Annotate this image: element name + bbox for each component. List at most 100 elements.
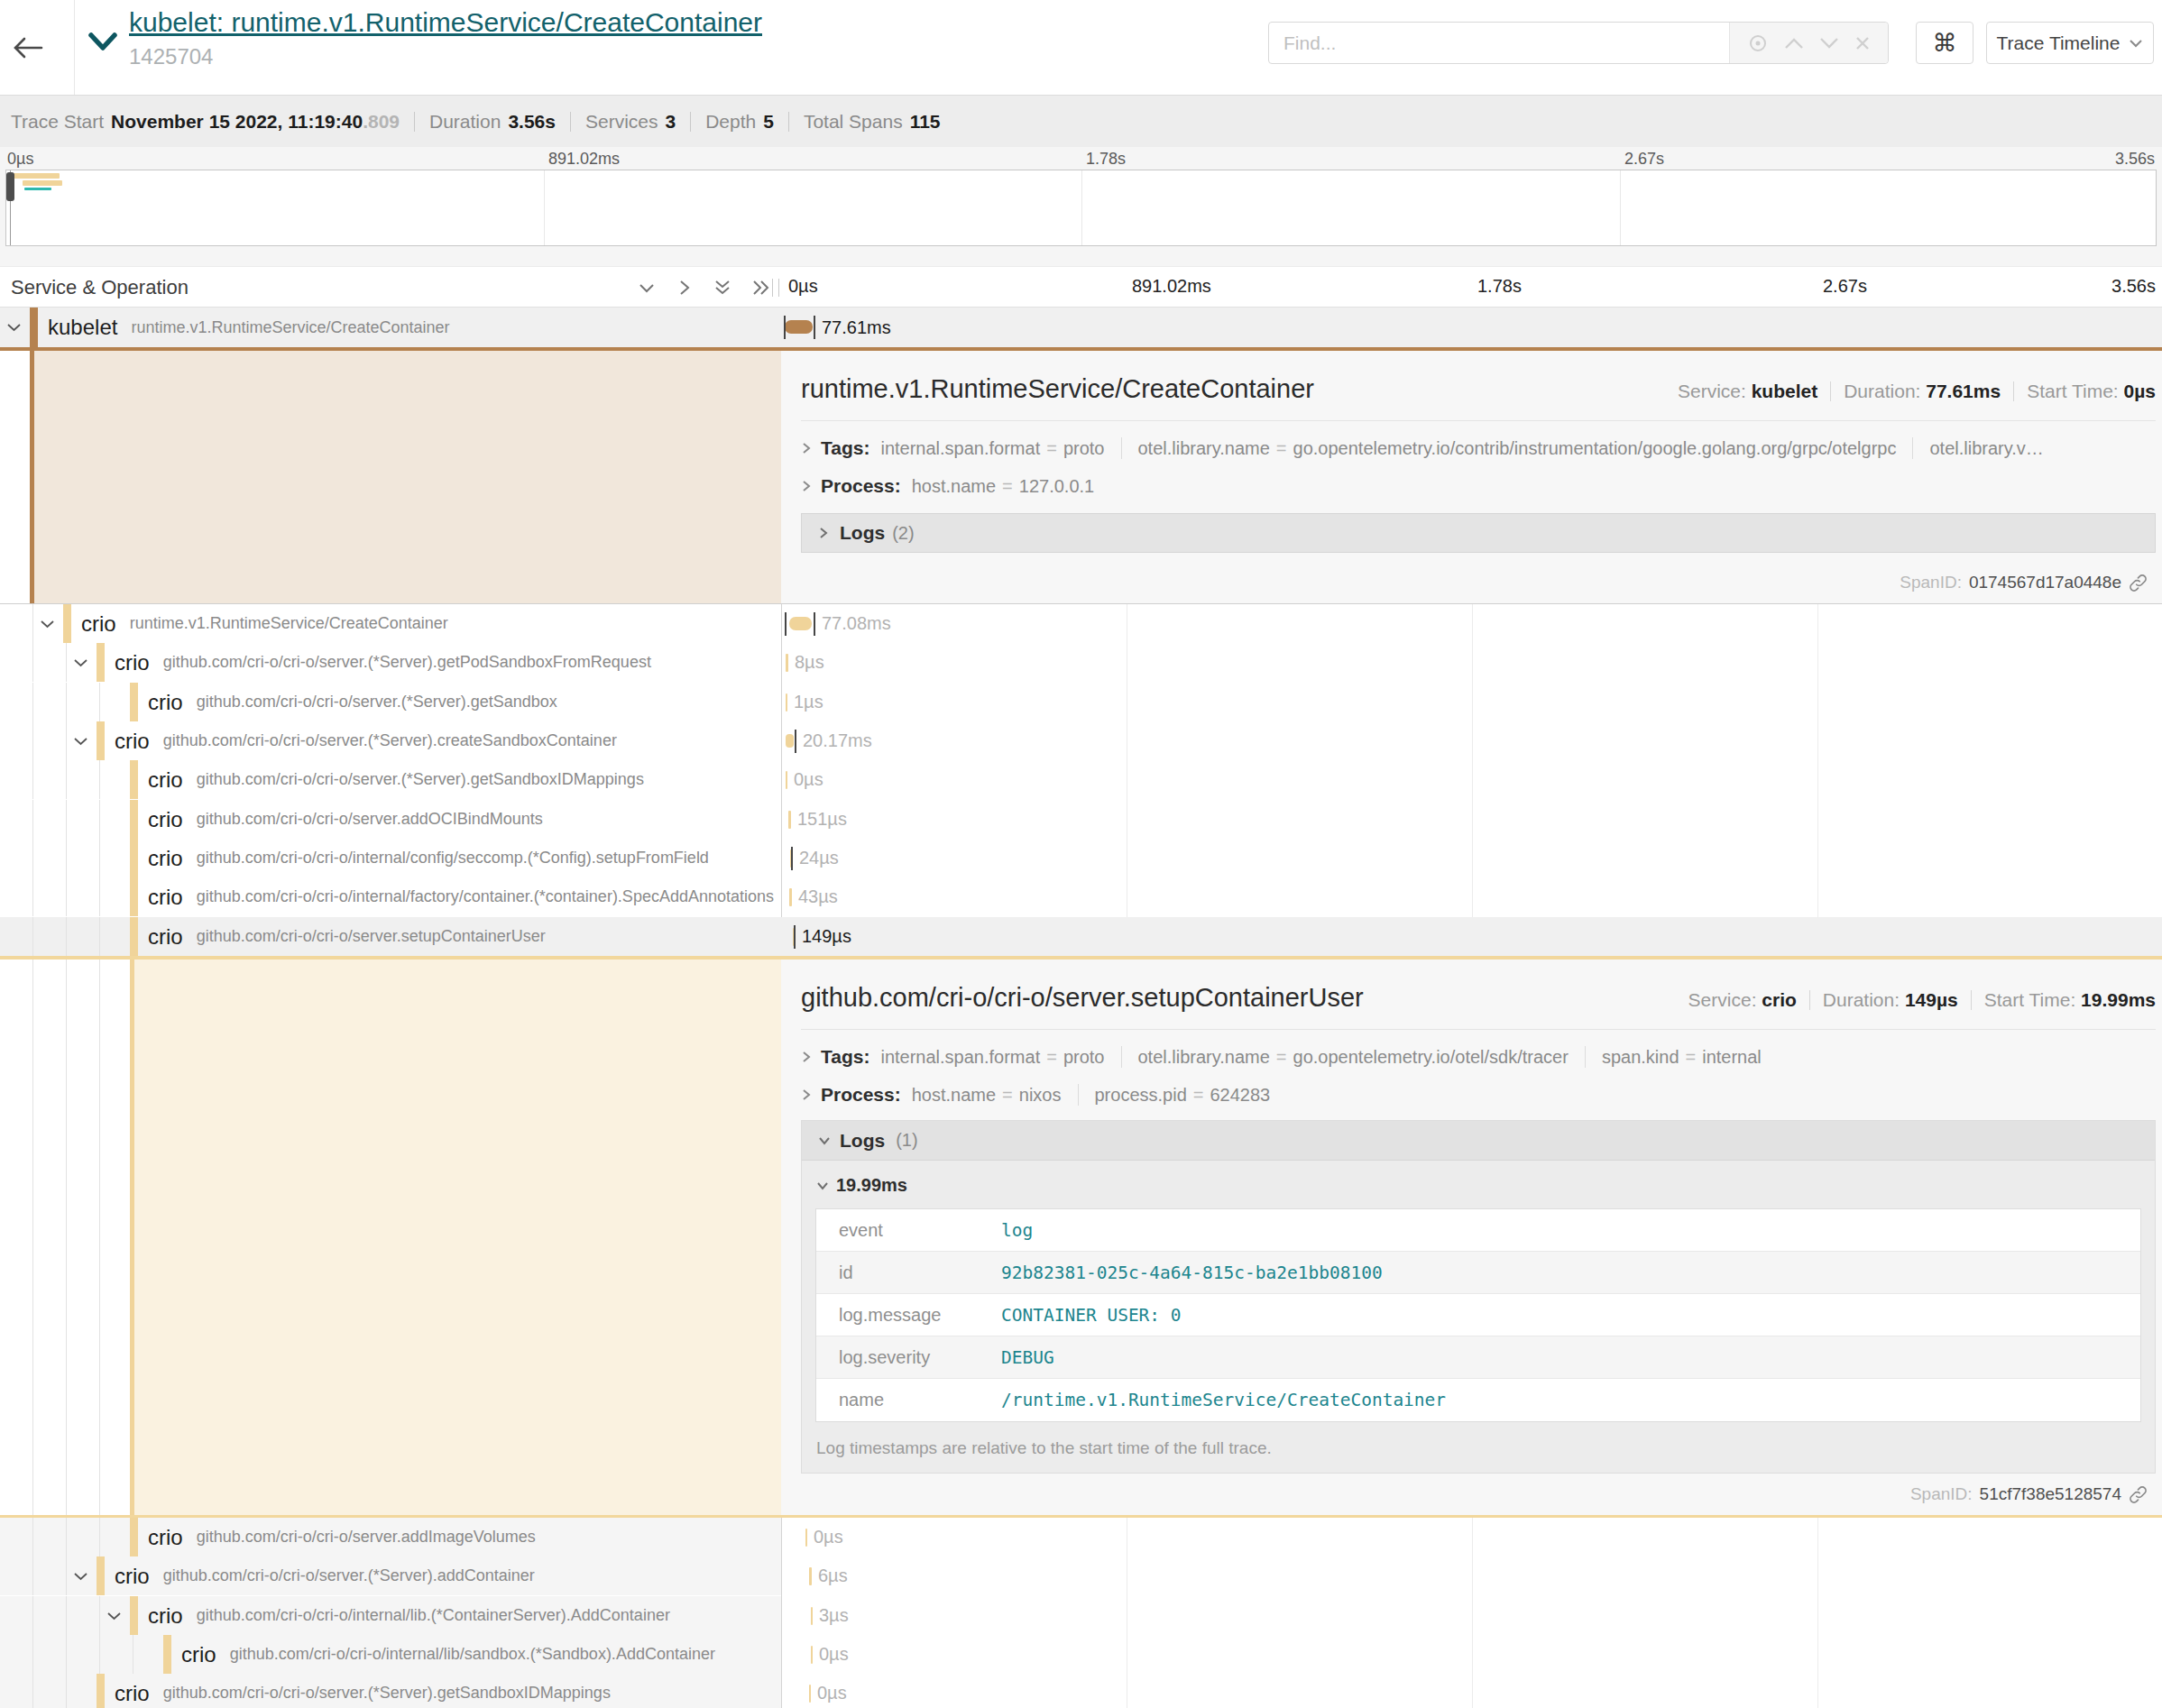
span-row-label: criogithub.com/cri-o/cri-o/server.(*Serv…: [115, 1674, 781, 1708]
span-row[interactable]: criogithub.com/cri-o/cri-o/server.setupC…: [0, 917, 2162, 956]
kv-pair: host.name=127.0.0.1: [912, 476, 1095, 497]
minimap-selected-span: [24, 188, 51, 190]
tags-row[interactable]: Tags: internal.span.format=protootel.lib…: [801, 437, 2156, 459]
service-color-bar: [130, 1596, 138, 1635]
collapse-all-icon[interactable]: [713, 279, 732, 297]
minimap-scrubber-handle[interactable]: [6, 172, 14, 201]
span-row-timeline-cell[interactable]: 151µs: [781, 800, 2162, 839]
span-duration-label: 1µs: [794, 683, 823, 721]
span-row-timeline-cell[interactable]: 8µs: [781, 643, 2162, 682]
span-row-name-cell: criogithub.com/cri-o/cri-o/server.(*Serv…: [0, 721, 781, 760]
indent-guide: [66, 839, 67, 877]
indent-guide: [66, 721, 67, 760]
span-row[interactable]: criogithub.com/cri-o/cri-o/server.addOCI…: [0, 800, 2162, 839]
row-chevron-icon[interactable]: [40, 620, 55, 629]
span-row-timeline-cell[interactable]: 0µs: [781, 760, 2162, 799]
span-row-timeline-cell[interactable]: 1µs: [781, 683, 2162, 721]
indent-guide: [99, 877, 100, 916]
log-marker: [785, 612, 787, 636]
tags-row[interactable]: Tags: internal.span.format=protootel.lib…: [801, 1046, 2156, 1068]
span-row[interactable]: criogithub.com/cri-o/cri-o/server.(*Serv…: [0, 683, 2162, 721]
service-name: crio: [115, 1564, 150, 1589]
span-row-timeline-cell[interactable]: 77.61ms: [781, 308, 2162, 347]
span-row-timeline-cell[interactable]: 24µs: [781, 839, 2162, 877]
row-chevron-icon[interactable]: [106, 1612, 122, 1621]
header-divider: [74, 0, 75, 95]
span-row[interactable]: criogithub.com/cri-o/cri-o/internal/fact…: [0, 877, 2162, 916]
indent-guide: [32, 1518, 33, 1556]
span-row[interactable]: criogithub.com/cri-o/cri-o/server.(*Serv…: [0, 643, 2162, 682]
operation-name: github.com/cri-o/cri-o/server.setupConta…: [197, 927, 546, 946]
clear-find-icon[interactable]: [1854, 35, 1871, 51]
summary-divider: [570, 112, 571, 132]
minimap-tick-label: 891.02ms: [548, 150, 620, 169]
copy-link-icon[interactable]: [2129, 574, 2148, 592]
span-detail-kubelet: runtime.v1.RuntimeService/CreateContaine…: [0, 347, 2162, 604]
next-match-icon[interactable]: [1819, 37, 1839, 50]
span-row-timeline-cell[interactable]: 0µs: [781, 1518, 2162, 1556]
span-row-name-cell: criogithub.com/cri-o/cri-o/internal/lib/…: [0, 1635, 781, 1674]
copy-link-icon[interactable]: [2129, 1485, 2148, 1504]
column-resizer-grip[interactable]: [772, 279, 779, 297]
indent-guide: [32, 683, 33, 721]
span-row[interactable]: criogithub.com/cri-o/cri-o/server.(*Serv…: [0, 1556, 2162, 1595]
span-row[interactable]: criogithub.com/cri-o/cri-o/internal/lib.…: [0, 1596, 2162, 1635]
logs-toggle[interactable]: Logs (1): [802, 1121, 2155, 1161]
minimap-tick-label: 1.78s: [1086, 150, 1126, 169]
row-chevron-icon[interactable]: [73, 658, 88, 667]
span-row-timeline-cell[interactable]: 0µs: [781, 1674, 2162, 1708]
span-row[interactable]: crioruntime.v1.RuntimeService/CreateCont…: [0, 604, 2162, 643]
span-row[interactable]: criogithub.com/cri-o/cri-o/internal/lib/…: [0, 1635, 2162, 1674]
span-row-name-cell: criogithub.com/cri-o/cri-o/server.addIma…: [0, 1518, 781, 1556]
trace-title-link[interactable]: kubelet: runtime.v1.RuntimeService/Creat…: [129, 7, 762, 37]
span-row-label: criogithub.com/cri-o/cri-o/internal/lib/…: [181, 1635, 781, 1674]
row-chevron-icon[interactable]: [6, 323, 22, 332]
log-entry-toggle[interactable]: 19.99ms: [816, 1175, 2155, 1196]
log-marker: [794, 925, 796, 949]
summary-item: Trace StartNovember 15 2022, 11:19:40.80…: [11, 111, 400, 133]
operation-name: github.com/cri-o/cri-o/server.addImageVo…: [197, 1528, 536, 1547]
keyboard-shortcuts-button[interactable]: ⌘: [1916, 22, 1973, 64]
span-row[interactable]: criogithub.com/cri-o/cri-o/server.(*Serv…: [0, 760, 2162, 799]
process-row[interactable]: Process: host.name=127.0.0.1: [801, 475, 2156, 497]
collapse-trace-chevron-icon[interactable]: [88, 32, 117, 51]
span-row[interactable]: criogithub.com/cri-o/cri-o/server.(*Serv…: [0, 1674, 2162, 1708]
process-row[interactable]: Process: host.name=nixosprocess.pid=6242…: [801, 1084, 2156, 1106]
span-row-timeline-cell[interactable]: 20.17ms: [781, 721, 2162, 760]
service-name: kubelet: [48, 315, 117, 340]
prev-match-icon[interactable]: [1784, 37, 1804, 50]
span-row-name-cell: criogithub.com/cri-o/cri-o/internal/conf…: [0, 839, 781, 877]
logs-toggle[interactable]: Logs (2): [801, 513, 2156, 553]
span-row-timeline-cell[interactable]: 43µs: [781, 877, 2162, 916]
span-row-timeline-cell[interactable]: 0µs: [781, 1635, 2162, 1674]
trace-view-selector[interactable]: Trace Timeline: [1986, 22, 2154, 64]
service-color-bar: [130, 917, 138, 956]
row-chevron-icon[interactable]: [73, 1572, 88, 1581]
operation-name: github.com/cri-o/cri-o/server.(*Server).…: [197, 693, 557, 712]
span-row[interactable]: kubeletruntime.v1.RuntimeService/CreateC…: [0, 308, 2162, 347]
row-chevron-icon[interactable]: [73, 737, 88, 746]
minimap-gridline: [1620, 170, 1621, 245]
find-input[interactable]: [1269, 23, 1729, 63]
operation-name: github.com/cri-o/cri-o/server.(*Server).…: [197, 770, 644, 789]
indent-guide: [32, 643, 33, 682]
span-row-timeline-cell[interactable]: 77.08ms: [781, 604, 2162, 643]
focus-icon[interactable]: [1747, 32, 1769, 54]
trace-summary-bar: Trace StartNovember 15 2022, 11:19:40.80…: [0, 95, 2162, 147]
indent-guide: [32, 839, 33, 877]
back-button[interactable]: [13, 23, 61, 72]
minimap-canvas[interactable]: [5, 170, 2157, 246]
log-field-row: id92b82381-025c-4a64-815c-ba2e1bb08100: [816, 1252, 2140, 1294]
collapse-one-icon[interactable]: [637, 279, 657, 297]
log-marker: [795, 730, 796, 753]
span-row[interactable]: criogithub.com/cri-o/cri-o/server.(*Serv…: [0, 721, 2162, 760]
span-row-timeline-cell[interactable]: 6µs: [781, 1556, 2162, 1595]
span-row-label: criogithub.com/cri-o/cri-o/server.(*Serv…: [148, 760, 781, 799]
span-row[interactable]: criogithub.com/cri-o/cri-o/internal/conf…: [0, 839, 2162, 877]
span-row[interactable]: criogithub.com/cri-o/cri-o/server.addIma…: [0, 1518, 2162, 1556]
span-row-timeline-cell[interactable]: 149µs: [781, 917, 2162, 956]
indent-guide: [99, 1596, 100, 1635]
expand-all-icon[interactable]: [750, 279, 772, 297]
span-row-timeline-cell[interactable]: 3µs: [781, 1596, 2162, 1635]
expand-one-icon[interactable]: [675, 279, 695, 297]
